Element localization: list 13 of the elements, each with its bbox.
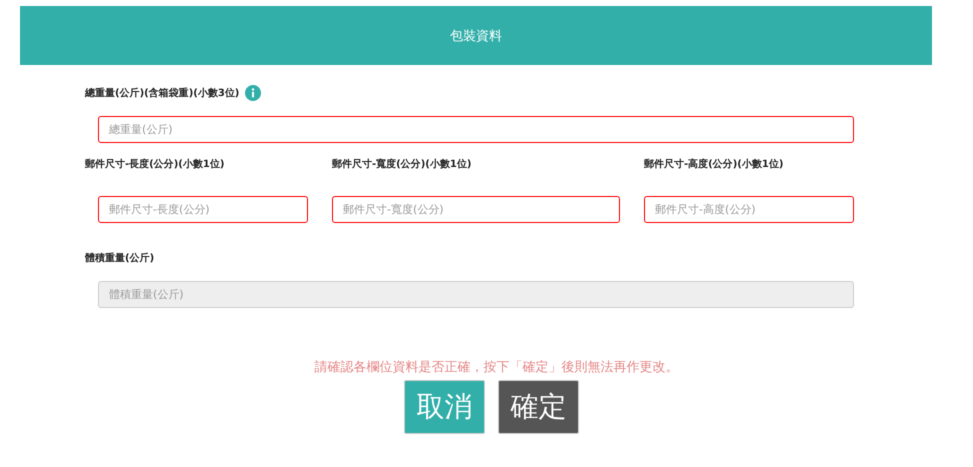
confirm-button[interactable]: 確定 <box>498 380 579 434</box>
info-icon[interactable] <box>245 85 262 101</box>
field-label: 總重量(公斤)(含箱袋重)(小數3位) <box>85 86 240 100</box>
field-label: 郵件尺寸-寬度(公分)(小數1位) <box>332 157 472 171</box>
notice-text: 請確認各欄位資料是否正確，按下「確定」後則無法再作更改。 <box>314 359 680 376</box>
field-label: 郵件尺寸-高度(公分)(小數1位) <box>644 157 784 171</box>
input-field[interactable]: 郵件尺寸-高度(公分) <box>644 196 854 223</box>
field-label: 體積重量(公斤) <box>85 252 154 265</box>
input-field[interactable]: 總重量(公斤) <box>98 116 854 143</box>
input-field[interactable]: 郵件尺寸-長度(公分) <box>98 196 308 223</box>
input-field[interactable]: 郵件尺寸-寬度(公分) <box>332 196 620 223</box>
field-label: 郵件尺寸-長度(公分)(小數1位) <box>85 157 226 171</box>
header-title: 包裝資料 <box>450 28 502 44</box>
